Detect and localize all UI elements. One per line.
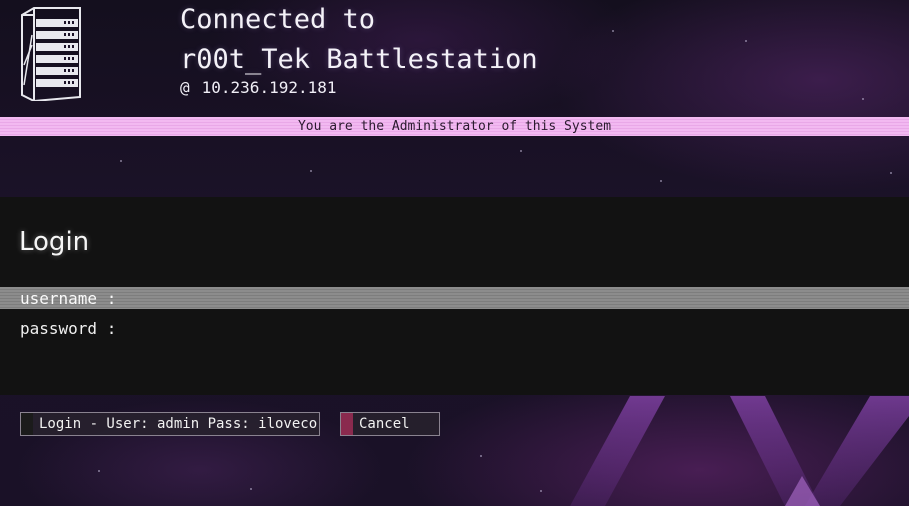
star	[98, 470, 100, 472]
star	[120, 160, 122, 162]
login-button-label: Login - User: admin Pass: ilovecorm	[39, 416, 320, 432]
cancel-button[interactable]: Cancel	[340, 412, 440, 436]
username-row: username :	[0, 287, 909, 309]
star	[540, 490, 542, 492]
administrator-banner: You are the Administrator of this System	[0, 117, 909, 136]
login-button-accent	[21, 413, 33, 435]
cancel-button-accent	[341, 413, 353, 435]
connection-header: Connected to r00t_Tek Battlestation @10.…	[0, 0, 909, 116]
password-input[interactable]	[124, 317, 903, 339]
server-rack-icon	[21, 7, 81, 101]
star	[660, 180, 662, 182]
star	[890, 172, 892, 174]
login-panel: Login username : password :	[0, 197, 909, 395]
cancel-button-label: Cancel	[359, 416, 410, 432]
password-row: password :	[0, 317, 909, 339]
decorative-w-shape	[570, 396, 909, 506]
ip-address: 10.236.192.181	[201, 78, 337, 97]
username-input[interactable]	[124, 287, 903, 309]
ip-address-line: @10.236.192.181	[180, 78, 337, 97]
star	[310, 170, 312, 172]
username-label: username :	[20, 288, 117, 308]
at-symbol: @	[180, 78, 190, 97]
login-button[interactable]: Login - User: admin Pass: ilovecorm	[20, 412, 320, 436]
star	[480, 455, 482, 457]
star	[520, 150, 522, 152]
host-name: r00t_Tek Battlestation	[180, 44, 538, 75]
star	[250, 488, 252, 490]
login-title: Login	[19, 227, 90, 257]
password-label: password :	[20, 318, 117, 338]
connected-to-label: Connected to	[180, 4, 376, 35]
